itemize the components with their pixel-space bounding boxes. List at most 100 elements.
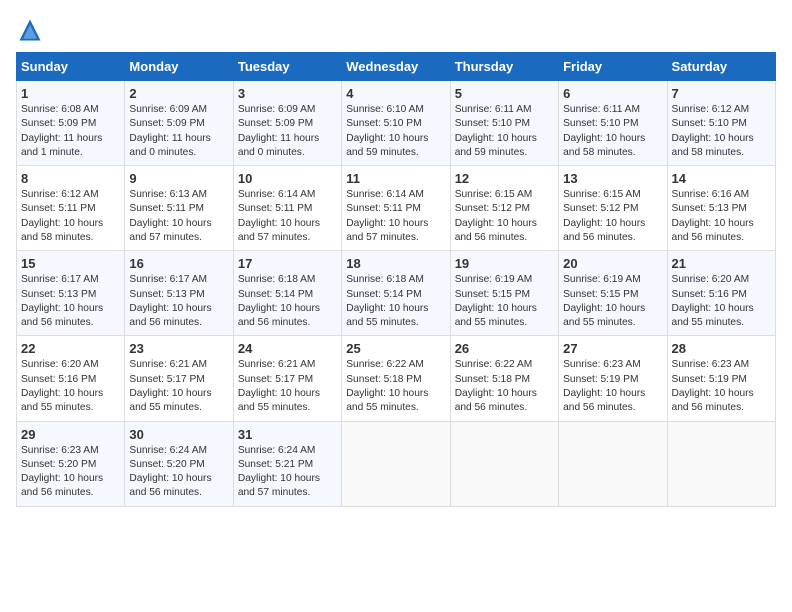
page-header bbox=[16, 16, 776, 44]
calendar-cell: 1 Sunrise: 6:08 AM Sunset: 5:09 PM Dayli… bbox=[17, 81, 125, 166]
calendar-cell: 20 Sunrise: 6:19 AM Sunset: 5:15 PM Dayl… bbox=[559, 251, 667, 336]
cell-content: Sunrise: 6:09 AM Sunset: 5:09 PM Dayligh… bbox=[129, 103, 228, 160]
calendar-cell: 16 Sunrise: 6:17 AM Sunset: 5:13 PM Dayl… bbox=[125, 251, 233, 336]
day-number: 3 bbox=[238, 86, 337, 101]
day-number: 22 bbox=[21, 341, 120, 356]
header-monday: Monday bbox=[125, 53, 233, 81]
calendar-cell: 23 Sunrise: 6:21 AM Sunset: 5:17 PM Dayl… bbox=[125, 336, 233, 421]
cell-content: Sunrise: 6:09 AM Sunset: 5:09 PM Dayligh… bbox=[238, 103, 337, 160]
cell-content: Sunrise: 6:14 AM Sunset: 5:11 PM Dayligh… bbox=[238, 188, 337, 245]
day-number: 6 bbox=[563, 86, 662, 101]
week-row-4: 22 Sunrise: 6:20 AM Sunset: 5:16 PM Dayl… bbox=[17, 336, 776, 421]
header-wednesday: Wednesday bbox=[342, 53, 450, 81]
cell-content: Sunrise: 6:19 AM Sunset: 5:15 PM Dayligh… bbox=[455, 273, 554, 330]
cell-content: Sunrise: 6:21 AM Sunset: 5:17 PM Dayligh… bbox=[238, 358, 337, 415]
day-number: 28 bbox=[672, 341, 771, 356]
day-number: 30 bbox=[129, 427, 228, 442]
day-number: 25 bbox=[346, 341, 445, 356]
header-friday: Friday bbox=[559, 53, 667, 81]
calendar-cell: 31 Sunrise: 6:24 AM Sunset: 5:21 PM Dayl… bbox=[233, 421, 341, 506]
cell-content: Sunrise: 6:12 AM Sunset: 5:10 PM Dayligh… bbox=[672, 103, 771, 160]
calendar-cell: 8 Sunrise: 6:12 AM Sunset: 5:11 PM Dayli… bbox=[17, 166, 125, 251]
day-number: 18 bbox=[346, 256, 445, 271]
week-row-3: 15 Sunrise: 6:17 AM Sunset: 5:13 PM Dayl… bbox=[17, 251, 776, 336]
day-number: 9 bbox=[129, 171, 228, 186]
week-row-5: 29 Sunrise: 6:23 AM Sunset: 5:20 PM Dayl… bbox=[17, 421, 776, 506]
day-number: 26 bbox=[455, 341, 554, 356]
cell-content: Sunrise: 6:24 AM Sunset: 5:21 PM Dayligh… bbox=[238, 444, 337, 501]
calendar-cell: 26 Sunrise: 6:22 AM Sunset: 5:18 PM Dayl… bbox=[450, 336, 558, 421]
cell-content: Sunrise: 6:19 AM Sunset: 5:15 PM Dayligh… bbox=[563, 273, 662, 330]
calendar-cell: 4 Sunrise: 6:10 AM Sunset: 5:10 PM Dayli… bbox=[342, 81, 450, 166]
cell-content: Sunrise: 6:21 AM Sunset: 5:17 PM Dayligh… bbox=[129, 358, 228, 415]
cell-content: Sunrise: 6:15 AM Sunset: 5:12 PM Dayligh… bbox=[455, 188, 554, 245]
day-number: 27 bbox=[563, 341, 662, 356]
day-number: 17 bbox=[238, 256, 337, 271]
calendar-header-row: SundayMondayTuesdayWednesdayThursdayFrid… bbox=[17, 53, 776, 81]
cell-content: Sunrise: 6:08 AM Sunset: 5:09 PM Dayligh… bbox=[21, 103, 120, 160]
day-number: 16 bbox=[129, 256, 228, 271]
calendar-cell: 10 Sunrise: 6:14 AM Sunset: 5:11 PM Dayl… bbox=[233, 166, 341, 251]
calendar-cell: 17 Sunrise: 6:18 AM Sunset: 5:14 PM Dayl… bbox=[233, 251, 341, 336]
day-number: 15 bbox=[21, 256, 120, 271]
cell-content: Sunrise: 6:15 AM Sunset: 5:12 PM Dayligh… bbox=[563, 188, 662, 245]
cell-content: Sunrise: 6:24 AM Sunset: 5:20 PM Dayligh… bbox=[129, 444, 228, 501]
cell-content: Sunrise: 6:18 AM Sunset: 5:14 PM Dayligh… bbox=[238, 273, 337, 330]
cell-content: Sunrise: 6:17 AM Sunset: 5:13 PM Dayligh… bbox=[129, 273, 228, 330]
logo-icon bbox=[16, 16, 44, 44]
calendar-cell: 5 Sunrise: 6:11 AM Sunset: 5:10 PM Dayli… bbox=[450, 81, 558, 166]
week-row-1: 1 Sunrise: 6:08 AM Sunset: 5:09 PM Dayli… bbox=[17, 81, 776, 166]
calendar-cell: 28 Sunrise: 6:23 AM Sunset: 5:19 PM Dayl… bbox=[667, 336, 775, 421]
day-number: 11 bbox=[346, 171, 445, 186]
cell-content: Sunrise: 6:23 AM Sunset: 5:19 PM Dayligh… bbox=[563, 358, 662, 415]
cell-content: Sunrise: 6:13 AM Sunset: 5:11 PM Dayligh… bbox=[129, 188, 228, 245]
day-number: 14 bbox=[672, 171, 771, 186]
day-number: 5 bbox=[455, 86, 554, 101]
calendar-table: SundayMondayTuesdayWednesdayThursdayFrid… bbox=[16, 52, 776, 507]
cell-content: Sunrise: 6:10 AM Sunset: 5:10 PM Dayligh… bbox=[346, 103, 445, 160]
calendar-cell: 3 Sunrise: 6:09 AM Sunset: 5:09 PM Dayli… bbox=[233, 81, 341, 166]
day-number: 31 bbox=[238, 427, 337, 442]
calendar-cell: 18 Sunrise: 6:18 AM Sunset: 5:14 PM Dayl… bbox=[342, 251, 450, 336]
cell-content: Sunrise: 6:17 AM Sunset: 5:13 PM Dayligh… bbox=[21, 273, 120, 330]
calendar-cell: 30 Sunrise: 6:24 AM Sunset: 5:20 PM Dayl… bbox=[125, 421, 233, 506]
calendar-cell: 21 Sunrise: 6:20 AM Sunset: 5:16 PM Dayl… bbox=[667, 251, 775, 336]
cell-content: Sunrise: 6:22 AM Sunset: 5:18 PM Dayligh… bbox=[455, 358, 554, 415]
header-thursday: Thursday bbox=[450, 53, 558, 81]
calendar-cell: 2 Sunrise: 6:09 AM Sunset: 5:09 PM Dayli… bbox=[125, 81, 233, 166]
calendar-cell: 29 Sunrise: 6:23 AM Sunset: 5:20 PM Dayl… bbox=[17, 421, 125, 506]
day-number: 21 bbox=[672, 256, 771, 271]
calendar-cell: 14 Sunrise: 6:16 AM Sunset: 5:13 PM Dayl… bbox=[667, 166, 775, 251]
calendar-cell: 12 Sunrise: 6:15 AM Sunset: 5:12 PM Dayl… bbox=[450, 166, 558, 251]
cell-content: Sunrise: 6:23 AM Sunset: 5:20 PM Dayligh… bbox=[21, 444, 120, 501]
day-number: 23 bbox=[129, 341, 228, 356]
day-number: 8 bbox=[21, 171, 120, 186]
cell-content: Sunrise: 6:11 AM Sunset: 5:10 PM Dayligh… bbox=[563, 103, 662, 160]
cell-content: Sunrise: 6:16 AM Sunset: 5:13 PM Dayligh… bbox=[672, 188, 771, 245]
day-number: 1 bbox=[21, 86, 120, 101]
day-number: 13 bbox=[563, 171, 662, 186]
calendar-cell: 22 Sunrise: 6:20 AM Sunset: 5:16 PM Dayl… bbox=[17, 336, 125, 421]
day-number: 20 bbox=[563, 256, 662, 271]
calendar-cell bbox=[342, 421, 450, 506]
cell-content: Sunrise: 6:14 AM Sunset: 5:11 PM Dayligh… bbox=[346, 188, 445, 245]
day-number: 29 bbox=[21, 427, 120, 442]
calendar-cell bbox=[450, 421, 558, 506]
cell-content: Sunrise: 6:11 AM Sunset: 5:10 PM Dayligh… bbox=[455, 103, 554, 160]
calendar-cell: 13 Sunrise: 6:15 AM Sunset: 5:12 PM Dayl… bbox=[559, 166, 667, 251]
cell-content: Sunrise: 6:12 AM Sunset: 5:11 PM Dayligh… bbox=[21, 188, 120, 245]
calendar-cell: 7 Sunrise: 6:12 AM Sunset: 5:10 PM Dayli… bbox=[667, 81, 775, 166]
header-tuesday: Tuesday bbox=[233, 53, 341, 81]
calendar-cell: 9 Sunrise: 6:13 AM Sunset: 5:11 PM Dayli… bbox=[125, 166, 233, 251]
calendar-cell bbox=[667, 421, 775, 506]
day-number: 24 bbox=[238, 341, 337, 356]
day-number: 4 bbox=[346, 86, 445, 101]
cell-content: Sunrise: 6:23 AM Sunset: 5:19 PM Dayligh… bbox=[672, 358, 771, 415]
calendar-cell: 25 Sunrise: 6:22 AM Sunset: 5:18 PM Dayl… bbox=[342, 336, 450, 421]
day-number: 2 bbox=[129, 86, 228, 101]
calendar-cell: 19 Sunrise: 6:19 AM Sunset: 5:15 PM Dayl… bbox=[450, 251, 558, 336]
cell-content: Sunrise: 6:20 AM Sunset: 5:16 PM Dayligh… bbox=[21, 358, 120, 415]
cell-content: Sunrise: 6:22 AM Sunset: 5:18 PM Dayligh… bbox=[346, 358, 445, 415]
logo bbox=[16, 16, 48, 44]
day-number: 19 bbox=[455, 256, 554, 271]
